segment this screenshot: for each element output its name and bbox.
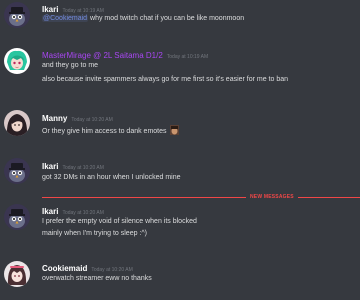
timestamp: Today at 10:20 AM bbox=[91, 267, 133, 273]
message-group: Ikari Today at 10:19 AM @Cookiemaid why m… bbox=[0, 0, 360, 38]
author-name[interactable]: Ikari bbox=[42, 207, 58, 216]
new-messages-label: NEW MESSAGES bbox=[246, 193, 298, 201]
avatar[interactable] bbox=[4, 110, 30, 136]
message-content: got 32 DMs in an hour when I unlocked mi… bbox=[42, 174, 181, 181]
divider-line bbox=[42, 197, 360, 198]
timestamp: Today at 10:20 AM bbox=[71, 117, 113, 123]
avatar[interactable] bbox=[4, 2, 30, 28]
author-name[interactable]: Cookiemaid bbox=[42, 264, 87, 273]
message-content: also because invite spammers always go f… bbox=[42, 76, 289, 83]
hat-bird-avatar-icon bbox=[4, 158, 30, 184]
author-name[interactable]: Ikari bbox=[42, 5, 58, 14]
message-group: Ikari Today at 10:20 AM I prefer the empt… bbox=[0, 202, 360, 250]
hat-bird-avatar-icon bbox=[4, 204, 30, 230]
author-name[interactable]: Ikari bbox=[42, 162, 58, 171]
message-header: Manny Today at 10:20 AM bbox=[42, 111, 113, 126]
message-content: overwatch streamer eww no thanks bbox=[42, 275, 152, 282]
hat-bird-avatar-icon bbox=[4, 2, 30, 28]
author-name[interactable]: Manny bbox=[42, 114, 67, 123]
message-content: why mod twitch chat if you can be like m… bbox=[90, 15, 245, 22]
face-emote-icon[interactable] bbox=[170, 125, 180, 135]
message-content: I prefer the empty void of silence when … bbox=[42, 218, 197, 225]
green-hair-anime-avatar-icon bbox=[4, 48, 30, 74]
message-text: Or they give him access to dank emotes bbox=[42, 125, 180, 137]
message-header: Ikari Today at 10:20 AM bbox=[42, 159, 104, 174]
message-group: Manny Today at 10:20 AM Or they give him … bbox=[0, 108, 360, 144]
anime-girl-avatar-icon bbox=[4, 261, 30, 287]
message-group: Cookiemaid Today at 10:20 AM overwatch st… bbox=[0, 259, 360, 295]
message-content: Or they give him access to dank emotes bbox=[42, 128, 167, 135]
message-text: also because invite spammers always go f… bbox=[42, 74, 300, 85]
dark-hair-avatar-icon bbox=[4, 110, 30, 136]
message-group: Ikari Today at 10:20 AM got 32 DMs in an … bbox=[0, 156, 360, 192]
new-messages-divider: NEW MESSAGES bbox=[42, 193, 360, 201]
crescent-emote-icon[interactable] bbox=[292, 74, 300, 82]
avatar[interactable] bbox=[4, 158, 30, 184]
author-name[interactable]: MasterMirage @ 2L Saitama D1/2 bbox=[42, 51, 163, 60]
timestamp: Today at 10:20 AM bbox=[62, 165, 104, 171]
message-content: and they go to me bbox=[42, 62, 99, 69]
avatar[interactable] bbox=[4, 261, 30, 287]
chat-message-list: Ikari Today at 10:19 AM @Cookiemaid why m… bbox=[0, 0, 360, 300]
user-mention[interactable]: @Cookiemaid bbox=[42, 15, 89, 22]
avatar[interactable] bbox=[4, 48, 30, 74]
message-text: @Cookiemaid why mod twitch chat if you c… bbox=[42, 14, 244, 24]
avatar[interactable] bbox=[4, 204, 30, 230]
timestamp: Today at 10:19 AM bbox=[166, 54, 209, 60]
message-content: mainly when I'm trying to sleep :^) bbox=[42, 230, 147, 237]
timestamp: Today at 10:20 AM bbox=[62, 210, 104, 216]
message-group: MasterMirage @ 2L Saitama D1/2 Today at 1… bbox=[0, 44, 360, 94]
